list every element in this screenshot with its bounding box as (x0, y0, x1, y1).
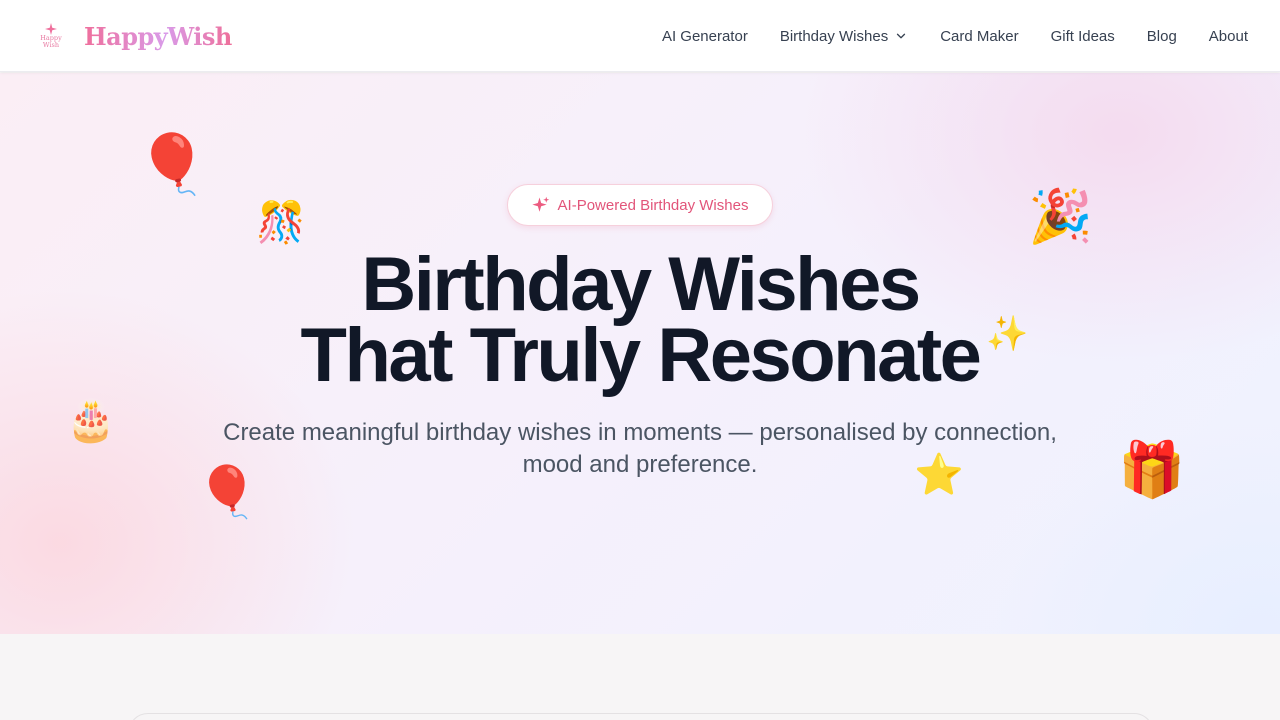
hero-subtitle-line2: mood and preference. (522, 451, 758, 478)
nav-item-label: Gift Ideas (1050, 27, 1115, 45)
sparkles-icon: ✨ (986, 314, 1029, 354)
balloon-icon: 🎈 (136, 130, 209, 198)
nav-item-ai-generator[interactable]: AI Generator (662, 28, 748, 45)
nav-item-blog[interactable]: Blog (1147, 28, 1177, 45)
nav-item-about[interactable]: About (1209, 28, 1248, 45)
chevron-down-icon (894, 29, 908, 43)
nav-item-label: AI Generator (661, 27, 748, 45)
hero-subtitle-line1: Create meaningful birthday wishes in mom… (223, 419, 1057, 446)
sparkle-icon (531, 196, 550, 214)
nav-item-card-maker[interactable]: Card Maker (940, 28, 1018, 45)
main-nav: AI Generator Birthday Wishes Card Maker … (662, 0, 1248, 72)
nav-item-label: Card Maker (940, 27, 1019, 45)
gift-icon: 🎁 (1118, 438, 1186, 501)
nav-item-birthday-wishes-dropdown[interactable]: Birthday Wishes (780, 28, 908, 45)
badge-label: AI-Powered Birthday Wishes (557, 196, 749, 214)
party-popper-icon: 🎉 (1028, 187, 1093, 247)
balloon-icon: 🎈 (196, 463, 259, 521)
brand-logo-link[interactable]: Happy Wish HappyWish (36, 18, 232, 54)
logo-mark-icon: Happy Wish (36, 19, 66, 53)
logo-mark-text-line2: Wish (42, 41, 60, 49)
nav-item-label: About (1208, 27, 1248, 45)
hero-section: AI-Powered Birthday Wishes Birthday Wish… (0, 73, 1280, 634)
hero-headline-line1: Birthday Wishes (361, 242, 921, 327)
nav-item-gift-ideas[interactable]: Gift Ideas (1051, 28, 1115, 45)
top-navbar: Happy Wish HappyWish AI Generator Birthd… (0, 0, 1280, 72)
birthday-cake-icon: 🎂 (66, 398, 116, 444)
wish-generator-card (128, 713, 1154, 720)
nav-item-label: Blog (1146, 27, 1177, 45)
brand-name: HappyWish (84, 21, 232, 51)
confetti-ball-icon: 🎊 (256, 200, 306, 246)
nav-item-label: Birthday Wishes (779, 27, 889, 45)
ai-powered-badge[interactable]: AI-Powered Birthday Wishes (507, 184, 773, 226)
star-icon: ⭐ (914, 452, 964, 498)
hero-headline-line2: That Truly Resonate (300, 313, 982, 398)
